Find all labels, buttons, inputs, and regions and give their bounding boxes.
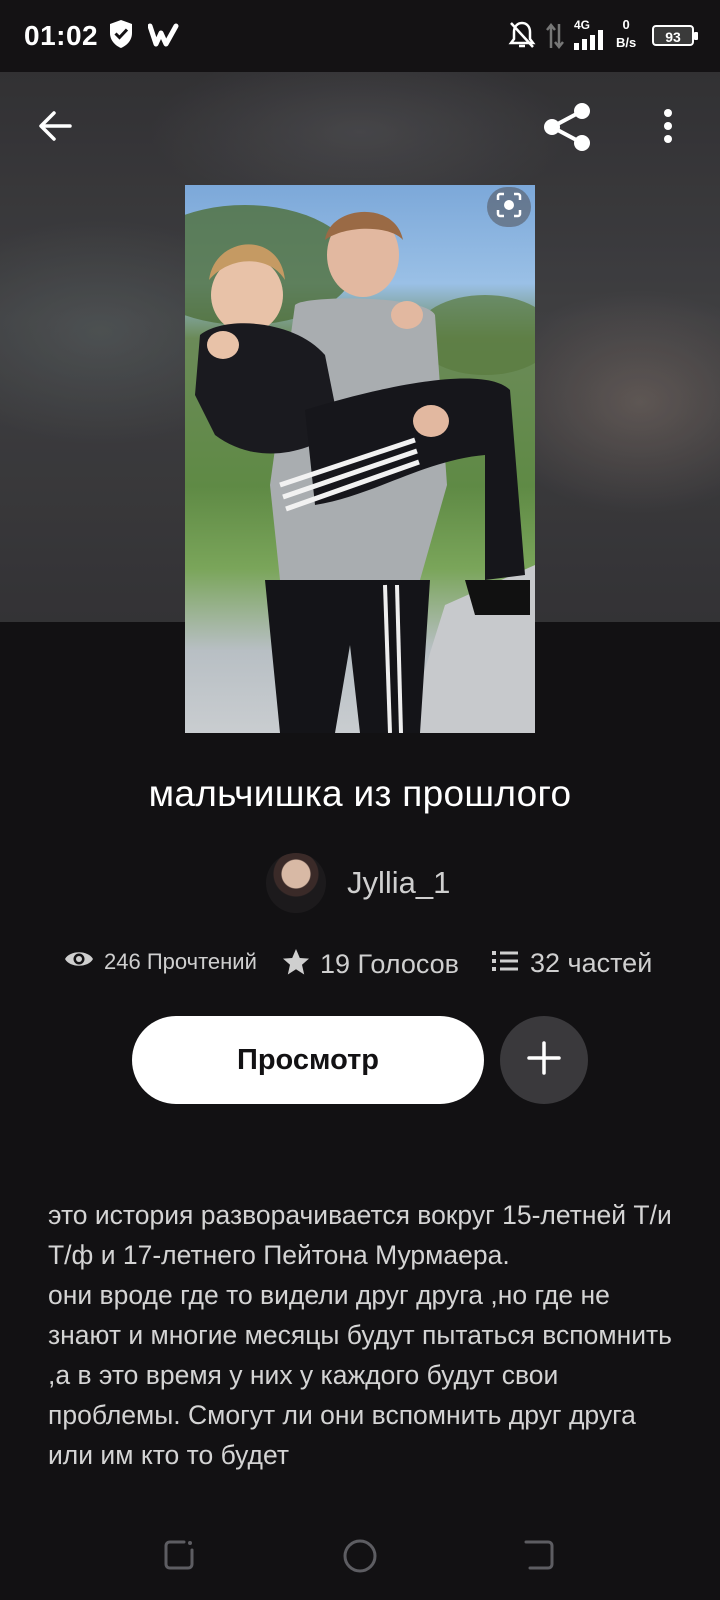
star-icon (282, 948, 310, 981)
net-speed-unit: B/s (616, 35, 637, 50)
add-to-library-button[interactable] (500, 1016, 588, 1104)
net-speed: 0 B/s (616, 16, 636, 52)
read-button[interactable]: Просмотр (132, 1016, 484, 1104)
avatar[interactable] (266, 853, 326, 913)
list-icon (492, 950, 518, 977)
status-bar: 01:02 4G 0 B/s 93 (0, 0, 720, 72)
story-title: мальчишка из прошлого (148, 773, 572, 814)
signal-icon (574, 30, 608, 55)
scan-icon (496, 192, 522, 223)
system-nav-bar (0, 1520, 720, 1600)
share-icon[interactable] (542, 102, 594, 157)
author-row[interactable]: Jyllia_1 (266, 852, 450, 914)
author-name[interactable]: Jyllia_1 (347, 865, 450, 901)
recents-icon[interactable] (162, 1538, 196, 1577)
status-time: 01:02 (24, 20, 99, 51)
back-icon[interactable] (522, 1538, 556, 1577)
story-stats: 246 Прочтений 19 Голосов 32 частей (64, 948, 664, 988)
plus-icon (526, 1040, 562, 1081)
more-vertical-icon[interactable] (662, 108, 674, 149)
parts-count: 32 частей (530, 948, 653, 978)
votes-count: 19 Голосов (320, 949, 460, 979)
back-arrow-icon[interactable] (36, 106, 76, 151)
story-description: это история разворачивается вокруг 15-ле… (48, 1200, 672, 1470)
bell-off-icon (508, 20, 536, 55)
net-speed-value: 0 (622, 17, 630, 32)
data-arrows-icon (546, 22, 564, 55)
eye-icon (64, 948, 94, 975)
shield-check-icon (108, 18, 134, 55)
home-icon[interactable] (342, 1538, 378, 1579)
reads-stat: 246 Прочтений (64, 948, 257, 975)
wattpad-logo-icon (147, 22, 180, 53)
parts-stat: 32 частей (492, 948, 652, 979)
lens-button[interactable] (487, 187, 531, 227)
story-cover-image[interactable] (185, 185, 535, 733)
votes-stat: 19 Голосов (282, 948, 459, 981)
reads-count: 246 Прочтений (104, 948, 257, 974)
battery-icon: 93 (652, 25, 698, 46)
